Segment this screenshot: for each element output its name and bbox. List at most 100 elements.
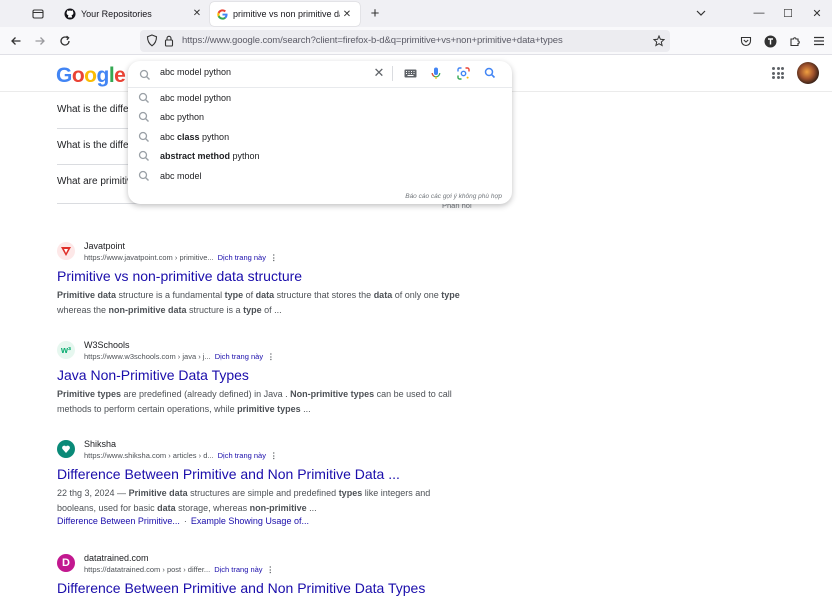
lens-camera-icon[interactable]: [456, 66, 470, 80]
bold-text: abstract method: [160, 151, 231, 161]
address-bar[interactable]: https://www.google.com/search?client=fir…: [140, 30, 670, 52]
tab-strip: Your Repositories primitive vs non primi…: [0, 0, 832, 27]
suggestion-text: abstract method python: [160, 151, 260, 161]
translate-link[interactable]: Dịch trang này: [215, 352, 263, 361]
bold-text: primitive types: [237, 404, 301, 414]
lock-icon[interactable]: [164, 34, 174, 52]
bold-text: type: [441, 290, 460, 300]
keyboard-icon[interactable]: [403, 66, 417, 80]
bold-text: non-primitive data: [108, 305, 187, 315]
site-url[interactable]: https://www.w3schools.com › java › j... D…: [84, 352, 275, 361]
text: structure that stores the: [274, 290, 374, 300]
more-options-icon[interactable]: ⋮: [267, 352, 275, 361]
search-submit-icon[interactable]: [483, 66, 497, 80]
result-title[interactable]: Java Non-Primitive Data Types: [57, 367, 477, 383]
text: python: [199, 131, 230, 142]
search-result: D datatrained.com https://datatrained.co…: [57, 553, 477, 596]
bold-text: Primitive data: [57, 290, 117, 300]
search-input[interactable]: abc model python: [160, 67, 231, 77]
result-snippet: 22 thg 3, 2024 — Primitive data structur…: [57, 486, 467, 516]
tab-title: Your Repositories: [81, 9, 152, 19]
google-icon: [216, 8, 228, 20]
suggestion-item[interactable]: abc model: [128, 166, 512, 185]
bold-text: data: [255, 290, 275, 300]
menu-icon[interactable]: [810, 32, 828, 50]
microphone-icon[interactable]: [429, 66, 443, 80]
extensions-icon[interactable]: [786, 32, 804, 50]
minimize-icon[interactable]: —: [750, 4, 768, 22]
site-name[interactable]: datatrained.com: [84, 553, 149, 563]
shield-icon[interactable]: [146, 34, 158, 52]
back-arrow-icon[interactable]: [7, 32, 25, 50]
suggestion-item[interactable]: abc class python: [128, 127, 512, 146]
site-name[interactable]: Javatpoint: [84, 241, 125, 251]
close-tab-icon[interactable]: ✕: [340, 7, 354, 21]
search-icon: [138, 111, 149, 122]
suggestion-text: abc class python: [160, 132, 229, 142]
bold-text: types: [338, 488, 363, 498]
close-window-icon[interactable]: ✕: [808, 4, 826, 22]
more-options-icon[interactable]: ⋮: [267, 565, 275, 574]
text: of: [243, 290, 256, 300]
avatar[interactable]: [797, 62, 819, 84]
url-text: https://www.shiksha.com › articles › d..…: [84, 451, 214, 460]
text: ...: [306, 503, 317, 513]
result-title[interactable]: Difference Between Primitive and Non Pri…: [57, 580, 477, 596]
w3schools-logo-icon: w³: [57, 341, 75, 359]
text: of only one: [392, 290, 442, 300]
search-icon: [138, 170, 149, 181]
report-suggestions-link[interactable]: Báo cáo các gợi ý không phù hợp: [405, 193, 502, 200]
clear-search-icon[interactable]: ✕: [372, 65, 386, 80]
firefox-view-icon[interactable]: [28, 4, 48, 24]
translate-link[interactable]: Dịch trang này: [218, 451, 266, 460]
result-title[interactable]: Primitive vs non-primitive data structur…: [57, 268, 477, 284]
reload-icon[interactable]: [56, 32, 74, 50]
search-result: w³ W3Schools https://www.w3schools.com ›…: [57, 340, 477, 417]
sitelink[interactable]: Example Showing Usage of...: [191, 516, 309, 526]
bold-text: data: [157, 503, 176, 513]
bold-text: type: [224, 290, 244, 300]
javatpoint-logo-icon: [57, 242, 75, 260]
text: abc model python: [160, 92, 232, 103]
list-all-tabs-icon[interactable]: [694, 6, 708, 20]
google-apps-icon[interactable]: [772, 67, 784, 79]
text: are predefined (already defined) in Java…: [121, 389, 291, 399]
maximize-icon[interactable]: ☐: [779, 4, 797, 22]
search-icon: [138, 92, 149, 103]
tab-your-repositories[interactable]: Your Repositories: [58, 2, 208, 26]
search-result: Javatpoint https://www.javatpoint.com › …: [57, 241, 477, 318]
bookmark-star-icon[interactable]: [652, 34, 666, 52]
url-text[interactable]: https://www.google.com/search?client=fir…: [182, 35, 563, 46]
bold-text: non-primitive: [249, 503, 307, 513]
text: python: [230, 151, 260, 161]
bold-text: Primitive types: [57, 389, 122, 399]
sitelink[interactable]: Difference Between Primitive...: [57, 516, 180, 526]
more-options-icon[interactable]: ⋮: [270, 451, 278, 460]
translate-link[interactable]: Dịch trang này: [214, 565, 262, 574]
site-url[interactable]: https://datatrained.com › post › differ.…: [84, 565, 274, 574]
google-logo[interactable]: Google: [56, 64, 126, 88]
text: abc python: [160, 112, 205, 122]
site-name[interactable]: Shiksha: [84, 439, 116, 449]
result-title[interactable]: Difference Between Primitive and Non Pri…: [57, 466, 477, 482]
site-url[interactable]: https://www.shiksha.com › articles › d..…: [84, 451, 277, 460]
suggestion-item[interactable]: abc python: [128, 108, 512, 127]
close-tab-icon[interactable]: ✕: [190, 6, 204, 20]
site-name[interactable]: W3Schools: [84, 340, 130, 350]
sitelinks: Difference Between Primitive... · Example …: [57, 516, 477, 526]
bold-text: class: [177, 131, 200, 142]
text: abc: [160, 131, 178, 142]
translate-link[interactable]: Dịch trang này: [218, 253, 266, 262]
suggestion-item[interactable]: abstract method python: [128, 147, 512, 166]
forward-arrow-icon[interactable]: [31, 32, 49, 50]
suggestion-item[interactable]: abc model python: [128, 88, 512, 107]
more-options-icon[interactable]: ⋮: [270, 253, 278, 262]
text: of ...: [261, 305, 282, 315]
site-url[interactable]: https://www.javatpoint.com › primitive..…: [84, 253, 277, 262]
url-text: https://www.javatpoint.com › primitive..…: [84, 253, 214, 262]
new-tab-button[interactable]: +: [366, 4, 384, 22]
pocket-icon[interactable]: [737, 32, 755, 50]
account-icon[interactable]: [761, 32, 779, 50]
text: structure is a fundamental: [116, 290, 225, 300]
tab-google-search[interactable]: primitive vs non primitive data ✕: [210, 2, 360, 26]
